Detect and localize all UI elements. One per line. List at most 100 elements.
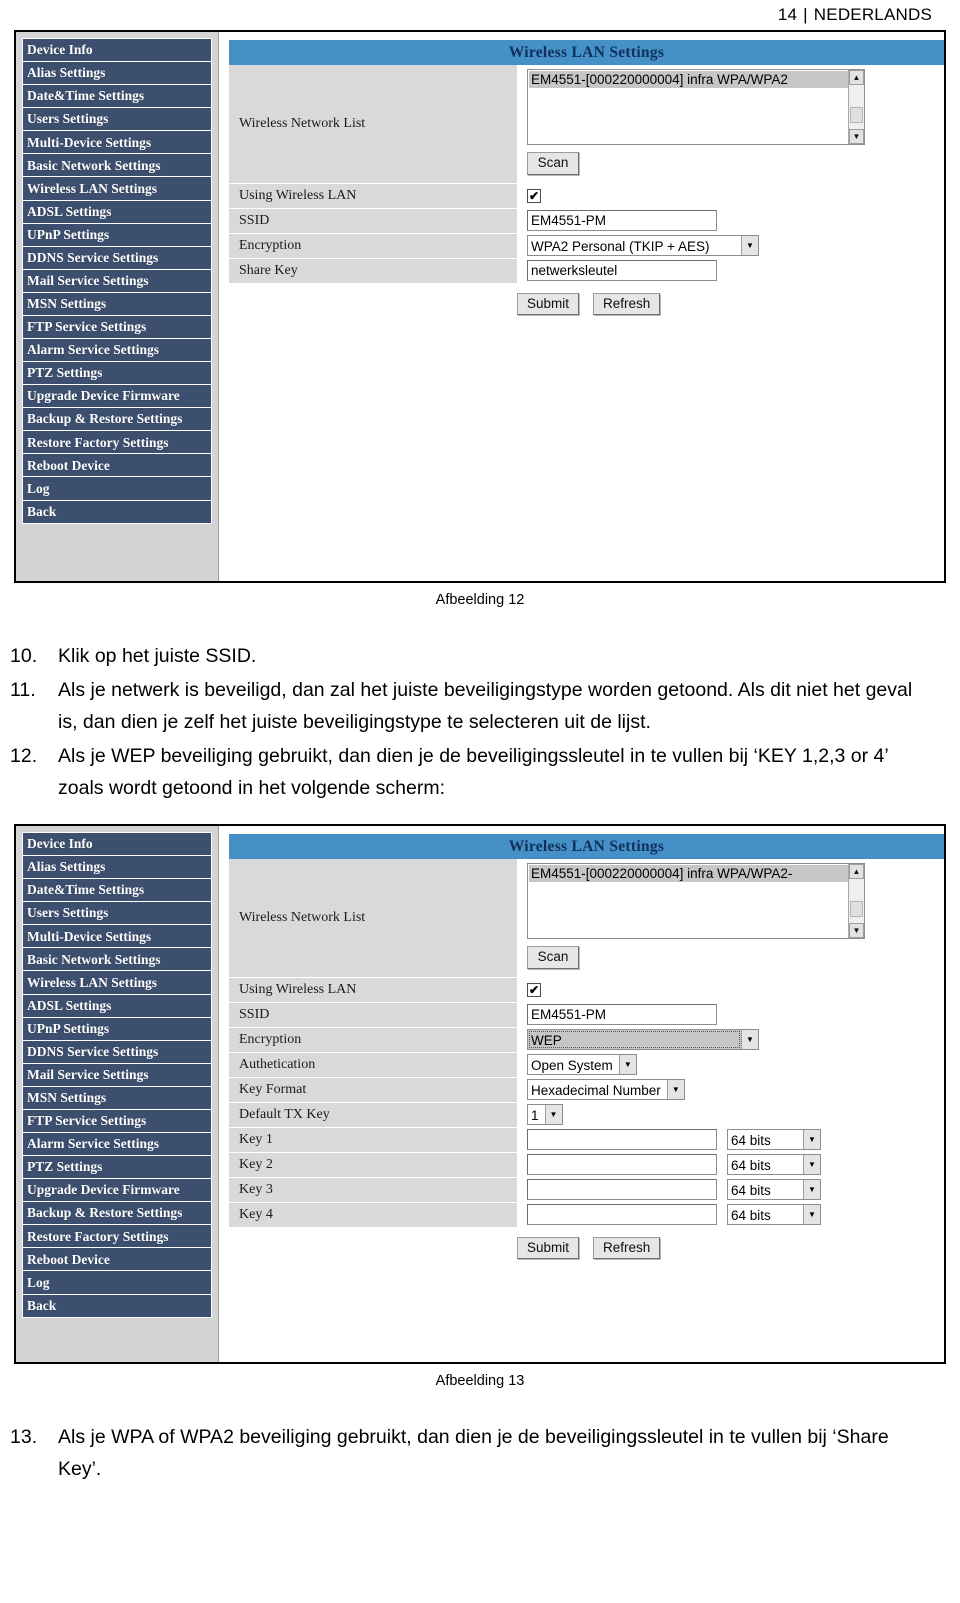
sidebar-item-backup-restore-settings[interactable]: Backup & Restore Settings — [23, 408, 211, 432]
default-tx-key-select[interactable]: 1 ▼ — [527, 1104, 563, 1125]
chevron-down-icon[interactable]: ▼ — [803, 1130, 820, 1149]
sidebar2-item-backup-restore-settings[interactable]: Backup & Restore Settings — [23, 1202, 211, 1226]
key-2-bits-select[interactable]: 64 bits ▼ — [727, 1154, 821, 1175]
sidebar-item-reboot-device[interactable]: Reboot Device — [23, 454, 211, 478]
chevron-down-icon[interactable]: ▼ — [803, 1205, 820, 1224]
chevron-down-icon[interactable]: ▼ — [618, 1055, 636, 1074]
sidebar-item-upnp-settings[interactable]: UPnP Settings — [23, 223, 211, 247]
sidebar-item-datetime-settings[interactable]: Date&Time Settings — [23, 85, 211, 109]
sidebar2-item-reboot-device[interactable]: Reboot Device — [23, 1248, 211, 1272]
listbox-option-selected[interactable]: EM4551-[000220000004] infra WPA/WPA2 — [529, 71, 848, 89]
chevron-down-icon[interactable]: ▼ — [741, 1030, 758, 1049]
using-wireless-lan-checkbox[interactable]: ✔ — [527, 188, 541, 203]
chevron-down-icon[interactable]: ▼ — [741, 236, 758, 255]
scroll-up-icon[interactable]: ▲ — [849, 70, 864, 86]
sidebar-item-msn-settings[interactable]: MSN Settings — [23, 292, 211, 316]
scan-button-2[interactable]: Scan — [527, 946, 579, 969]
wireless-network-listbox[interactable]: EM4551-[000220000004] infra WPA/WPA2 ▲ ▼ — [527, 69, 865, 146]
listbox2-options: EM4551-[000220000004] infra WPA/WPA2- — [528, 864, 848, 938]
using-wireless-lan-checkbox-2[interactable]: ✔ — [527, 982, 541, 997]
sidebar2-item-basic-network-settings[interactable]: Basic Network Settings — [23, 948, 211, 972]
value-wireless-network-list: EM4551-[000220000004] infra WPA/WPA2 ▲ ▼… — [517, 65, 944, 183]
chevron-down-icon[interactable]: ▼ — [803, 1155, 820, 1174]
listbox2-option-selected[interactable]: EM4551-[000220000004] infra WPA/WPA2- — [529, 865, 848, 883]
scroll-down-icon[interactable]: ▼ — [849, 923, 864, 939]
sidebar-item-upgrade-device-firmware[interactable]: Upgrade Device Firmware — [23, 385, 211, 409]
form2-row-key2: Key 2 64 bits ▼ — [229, 1152, 944, 1178]
sidebar2-item-ftp-service-settings[interactable]: FTP Service Settings — [23, 1109, 211, 1134]
sidebar2-item-back[interactable]: Back — [23, 1294, 211, 1317]
sidebar2-item-device-info[interactable]: Device Info — [23, 833, 211, 857]
scan-button[interactable]: Scan — [527, 152, 579, 175]
sidebar-item-wireless-lan-settings[interactable]: Wireless LAN Settings — [23, 177, 211, 201]
sidebar-item-alarm-service-settings[interactable]: Alarm Service Settings — [23, 339, 211, 363]
sidebar-item-ftp-service-settings[interactable]: FTP Service Settings — [23, 315, 211, 340]
sidebar-item-basic-network-settings[interactable]: Basic Network Settings — [23, 154, 211, 178]
ssid-input-2[interactable]: EM4551-PM — [527, 1004, 717, 1025]
sidebar-item-back[interactable]: Back — [23, 500, 211, 523]
authentication-select[interactable]: Open System ▼ — [527, 1054, 637, 1075]
chevron-down-icon[interactable]: ▼ — [666, 1080, 684, 1099]
sidebar-item-device-info[interactable]: Device Info — [23, 39, 211, 63]
listbox-scrollbar[interactable]: ▲ ▼ — [848, 70, 864, 145]
label2-using-wireless-lan: Using Wireless LAN — [229, 977, 517, 1003]
encryption-select-2[interactable]: WEP ▼ — [527, 1029, 759, 1050]
key-2-input[interactable] — [527, 1154, 717, 1175]
caption-figure-13: Afbeelding 13 — [435, 1373, 525, 1389]
sidebar-item-alias-settings[interactable]: Alias Settings — [23, 62, 211, 86]
key-1-input[interactable] — [527, 1129, 717, 1150]
wireless-network-listbox-2[interactable]: EM4551-[000220000004] infra WPA/WPA2- ▲ … — [527, 863, 865, 940]
sidebar-item-restore-factory-settings[interactable]: Restore Factory Settings — [23, 431, 211, 455]
sidebar2-item-restore-factory-settings[interactable]: Restore Factory Settings — [23, 1225, 211, 1249]
key-4-input[interactable] — [527, 1204, 717, 1225]
router-nav-list-1: Device Info Alias Settings Date&Time Set… — [22, 38, 212, 524]
key-4-bits-value: 64 bits — [731, 1208, 771, 1223]
listbox2-scrollbar[interactable]: ▲ ▼ — [848, 864, 864, 939]
key-format-select-value: Hexadecimal Number — [531, 1083, 661, 1098]
scrollbar-thumb[interactable] — [850, 107, 863, 124]
sidebar2-item-wireless-lan-settings[interactable]: Wireless LAN Settings — [23, 971, 211, 995]
sidebar-item-ptz-settings[interactable]: PTZ Settings — [23, 362, 211, 386]
sidebar-item-users-settings[interactable]: Users Settings — [23, 108, 211, 132]
value2-authentication: Open System ▼ — [517, 1052, 944, 1077]
sidebar2-item-alarm-service-settings[interactable]: Alarm Service Settings — [23, 1133, 211, 1157]
sidebar2-item-adsl-settings[interactable]: ADSL Settings — [23, 994, 211, 1018]
scroll-up-icon[interactable]: ▲ — [849, 864, 864, 880]
scrollbar-thumb[interactable] — [850, 901, 863, 918]
sidebar2-item-multi-device-settings[interactable]: Multi-Device Settings — [23, 925, 211, 949]
sidebar2-item-mail-service-settings[interactable]: Mail Service Settings — [23, 1063, 211, 1087]
sidebar-item-ddns-service-settings[interactable]: DDNS Service Settings — [23, 246, 211, 270]
share-key-input[interactable]: netwerksleutel — [527, 260, 717, 281]
instruction-steps-2: 13. Als je WPA of WPA2 beveiliging gebru… — [0, 1421, 960, 1485]
key-1-bits-select[interactable]: 64 bits ▼ — [727, 1129, 821, 1150]
sidebar2-item-upnp-settings[interactable]: UPnP Settings — [23, 1017, 211, 1041]
sidebar2-item-users-settings[interactable]: Users Settings — [23, 902, 211, 926]
step-12-text: Als je WEP beveiliging gebruikt, dan die… — [58, 745, 888, 799]
refresh-button-2[interactable]: Refresh — [593, 1236, 661, 1260]
sidebar2-item-upgrade-device-firmware[interactable]: Upgrade Device Firmware — [23, 1179, 211, 1203]
chevron-down-icon[interactable]: ▼ — [803, 1180, 820, 1199]
sidebar2-item-ddns-service-settings[interactable]: DDNS Service Settings — [23, 1040, 211, 1064]
sidebar-item-adsl-settings[interactable]: ADSL Settings — [23, 200, 211, 224]
submit-button[interactable]: Submit — [517, 292, 580, 316]
key-format-select[interactable]: Hexadecimal Number ▼ — [527, 1079, 685, 1100]
encryption-select[interactable]: WPA2 Personal (TKIP + AES) ▼ — [527, 235, 759, 256]
refresh-button[interactable]: Refresh — [593, 292, 661, 316]
key-3-input[interactable] — [527, 1179, 717, 1200]
submit-button-2[interactable]: Submit — [517, 1236, 580, 1260]
router-sidebar-2: Device Info Alias Settings Date&Time Set… — [16, 826, 219, 1362]
scroll-down-icon[interactable]: ▼ — [849, 129, 864, 145]
chevron-down-icon[interactable]: ▼ — [544, 1105, 562, 1124]
key-3-bits-select[interactable]: 64 bits ▼ — [727, 1179, 821, 1200]
sidebar-item-multi-device-settings[interactable]: Multi-Device Settings — [23, 131, 211, 155]
sidebar2-item-datetime-settings[interactable]: Date&Time Settings — [23, 879, 211, 903]
key-4-bits-select[interactable]: 64 bits ▼ — [727, 1204, 821, 1225]
sidebar2-item-alias-settings[interactable]: Alias Settings — [23, 856, 211, 880]
sidebar2-item-ptz-settings[interactable]: PTZ Settings — [23, 1156, 211, 1180]
sidebar2-item-msn-settings[interactable]: MSN Settings — [23, 1086, 211, 1110]
authentication-select-value: Open System — [531, 1058, 613, 1073]
sidebar-item-log[interactable]: Log — [23, 477, 211, 501]
sidebar-item-mail-service-settings[interactable]: Mail Service Settings — [23, 269, 211, 293]
sidebar2-item-log[interactable]: Log — [23, 1271, 211, 1295]
ssid-input[interactable]: EM4551-PM — [527, 210, 717, 231]
